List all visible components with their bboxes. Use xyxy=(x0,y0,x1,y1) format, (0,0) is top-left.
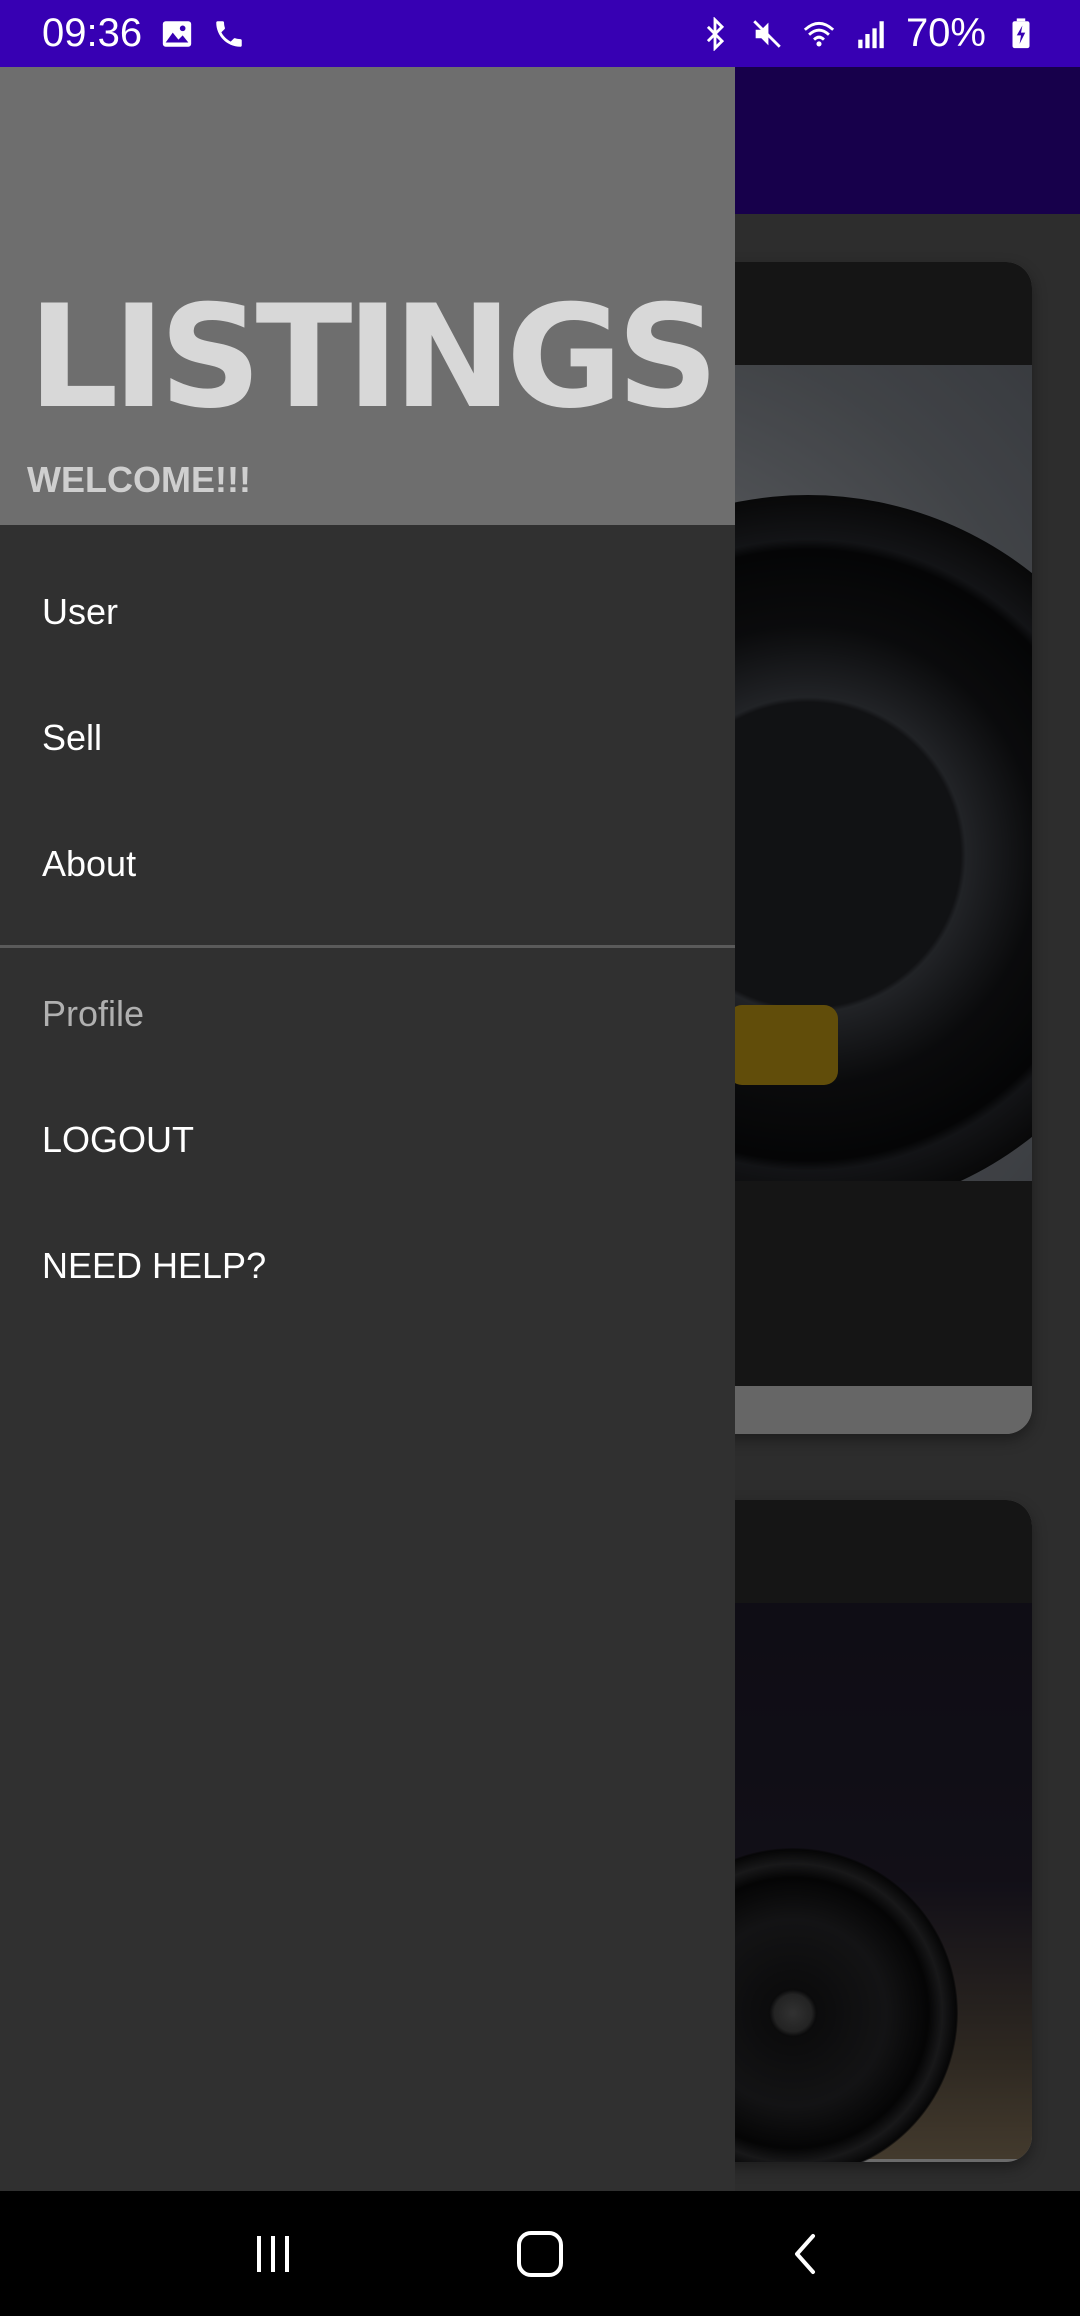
menu-section-profile: Profile xyxy=(42,993,145,1034)
system-nav-bar xyxy=(0,2191,1080,2316)
bluetooth-icon xyxy=(706,16,725,51)
home-icon xyxy=(516,2230,563,2277)
menu-item-about[interactable]: About xyxy=(42,843,136,885)
mute-icon xyxy=(753,19,781,48)
wifi-icon xyxy=(803,21,835,46)
navigation-drawer: LISTINGS WELCOME!!! User Sell About Prof… xyxy=(0,67,735,2191)
gallery-icon xyxy=(162,20,192,47)
menu-item-need-help[interactable]: NEED HELP? xyxy=(42,1245,266,1287)
battery-icon xyxy=(1012,17,1030,48)
back-button[interactable] xyxy=(767,2214,847,2294)
menu-item-user[interactable]: User xyxy=(42,591,118,633)
drawer-title: LISTINGS xyxy=(28,275,719,440)
back-icon xyxy=(794,2233,815,2274)
recents-icon xyxy=(257,2235,290,2272)
menu-item-sell[interactable]: Sell xyxy=(42,717,102,759)
drawer-header: LISTINGS WELCOME!!! xyxy=(0,67,735,525)
drawer-subtitle: WELCOME!!! xyxy=(27,459,251,500)
home-button[interactable] xyxy=(500,2214,580,2294)
menu-divider xyxy=(0,945,735,948)
phone-icon xyxy=(216,20,242,47)
signal-icon xyxy=(858,20,884,48)
screen: 09:36 70% LISTINGS WELCOME!!! User Sell … xyxy=(0,0,1080,2316)
recents-button[interactable] xyxy=(233,2214,313,2294)
status-bar: 09:36 70% xyxy=(0,0,1080,67)
menu-item-logout[interactable]: LOGOUT xyxy=(42,1119,194,1161)
battery-percent: 70% xyxy=(905,11,986,55)
status-time: 09:36 xyxy=(42,11,143,55)
